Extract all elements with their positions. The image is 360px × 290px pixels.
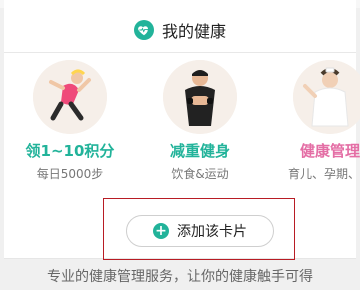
heart-pulse-icon [133, 20, 154, 40]
feature-subtitle: 育儿、孕期、体 [287, 167, 360, 181]
fitness-svg [163, 60, 237, 134]
plus-circle-icon: + [153, 223, 169, 239]
footer-text: 专业的健康管理服务，让你的健康触手可得 [47, 269, 313, 285]
heart-pulse-svg [138, 26, 149, 36]
runner-illustration [33, 60, 107, 134]
card-title: 我的健康 [161, 22, 226, 41]
feature-subtitle: 每日5000步 [36, 167, 104, 181]
feature-list: 领1~10积分 每日5000步 减重健身 饮食&运动 健康管理 育儿、孕期、 [0, 60, 360, 190]
header-divider [4, 52, 356, 53]
runner-svg [33, 60, 107, 134]
add-card-label: 添加该卡片 [177, 224, 247, 240]
feature-item-points[interactable]: 领1~10积分 每日5000步 [10, 60, 130, 182]
feature-title: 健康管理 [299, 142, 360, 160]
nurse-svg [293, 60, 360, 134]
add-card-button[interactable]: + 添加该卡片 [126, 215, 274, 247]
feature-title: 减重健身 [169, 142, 230, 160]
feature-subtitle: 饮食&运动 [171, 167, 229, 181]
add-card-highlight: + 添加该卡片 [103, 198, 295, 260]
nurse-illustration [293, 60, 360, 134]
card-header: 我的健康 [0, 8, 360, 52]
fitness-illustration [163, 60, 237, 134]
feature-item-health-management[interactable]: 健康管理 育儿、孕期、体 [270, 60, 360, 182]
feature-item-weight-loss[interactable]: 减重健身 饮食&运动 [140, 60, 260, 182]
feature-title: 领1~10积分 [25, 142, 115, 160]
